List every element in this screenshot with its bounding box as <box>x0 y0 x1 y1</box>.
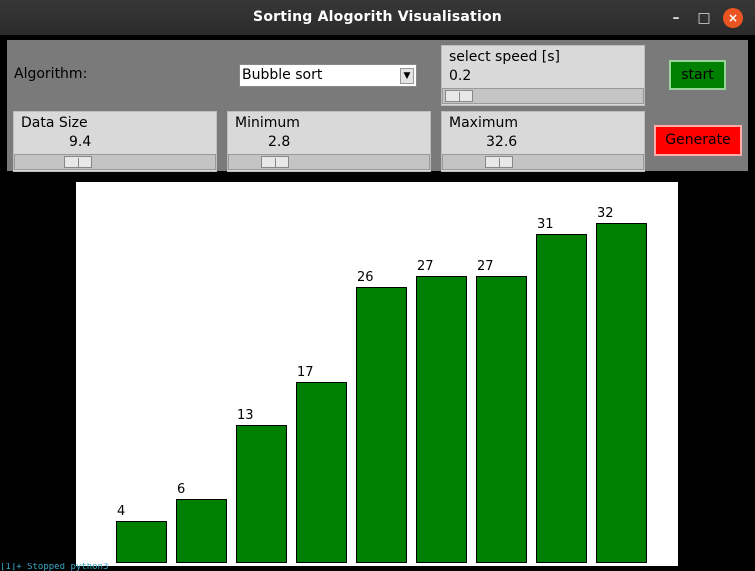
maximum-slider[interactable] <box>442 154 644 170</box>
bar-value-label: 26 <box>357 269 374 285</box>
close-icon[interactable]: × <box>723 8 743 28</box>
minimum-label: Minimum <box>235 115 300 131</box>
bar-value-label: 17 <box>297 365 314 381</box>
algorithm-label: Algorithm: <box>14 66 88 82</box>
algorithm-select[interactable]: Bubble sort ▼ <box>239 64 417 87</box>
bar <box>176 499 227 563</box>
maximum-value: 32.6 <box>486 134 518 150</box>
speed-slider-thumb[interactable] <box>445 90 473 102</box>
speed-value: 0.2 <box>449 68 472 84</box>
generate-button[interactable]: Generate <box>654 125 742 156</box>
maximum-label: Maximum <box>449 115 518 131</box>
data-size-value: 9.4 <box>69 134 92 150</box>
maximize-icon[interactable]: □ <box>694 8 714 28</box>
minimum-control: Minimum 2.8 <box>227 111 431 172</box>
minimum-value: 2.8 <box>268 134 291 150</box>
minimum-slider-thumb[interactable] <box>261 156 290 168</box>
bar-value-label: 31 <box>537 216 554 232</box>
maximum-slider-thumb[interactable] <box>485 156 514 168</box>
bar-value-label: 13 <box>237 407 254 423</box>
start-button[interactable]: start <box>669 60 726 90</box>
bar-value-label: 27 <box>477 259 494 275</box>
bar <box>596 223 647 563</box>
bar-value-label: 4 <box>117 503 126 519</box>
bar <box>296 382 347 563</box>
speed-label: select speed [s] <box>449 49 561 65</box>
algorithm-selected-value: Bubble sort <box>242 67 323 83</box>
maximum-control: Maximum 32.6 <box>441 111 645 172</box>
chevron-down-icon[interactable]: ▼ <box>400 68 414 84</box>
bar <box>236 424 287 563</box>
bar-value-label: 32 <box>597 206 614 221</box>
data-size-slider[interactable] <box>14 154 216 170</box>
minimize-icon[interactable]: – <box>666 8 686 28</box>
bar-value-label: 27 <box>417 259 434 275</box>
bar-value-label: 6 <box>177 482 186 498</box>
bar <box>536 233 587 563</box>
bar <box>356 286 407 563</box>
bar-chart-canvas: 4 6 13 17 26 27 27 31 32 <box>76 182 678 566</box>
data-size-slider-thumb[interactable] <box>64 156 93 168</box>
speed-control: select speed [s] 0.2 <box>441 45 645 106</box>
data-size-control: Data Size 9.4 <box>13 111 217 172</box>
minimum-slider[interactable] <box>228 154 430 170</box>
terminal-text: [1]+ Stopped python3 <box>0 563 109 571</box>
bar <box>116 520 167 563</box>
window-titlebar: Sorting Alogorith Visualisation – □ × <box>0 0 755 35</box>
speed-slider[interactable] <box>442 88 644 104</box>
bar <box>476 276 527 563</box>
window-title: Sorting Alogorith Visualisation <box>253 9 502 25</box>
bar <box>416 276 467 563</box>
data-size-label: Data Size <box>21 115 88 131</box>
